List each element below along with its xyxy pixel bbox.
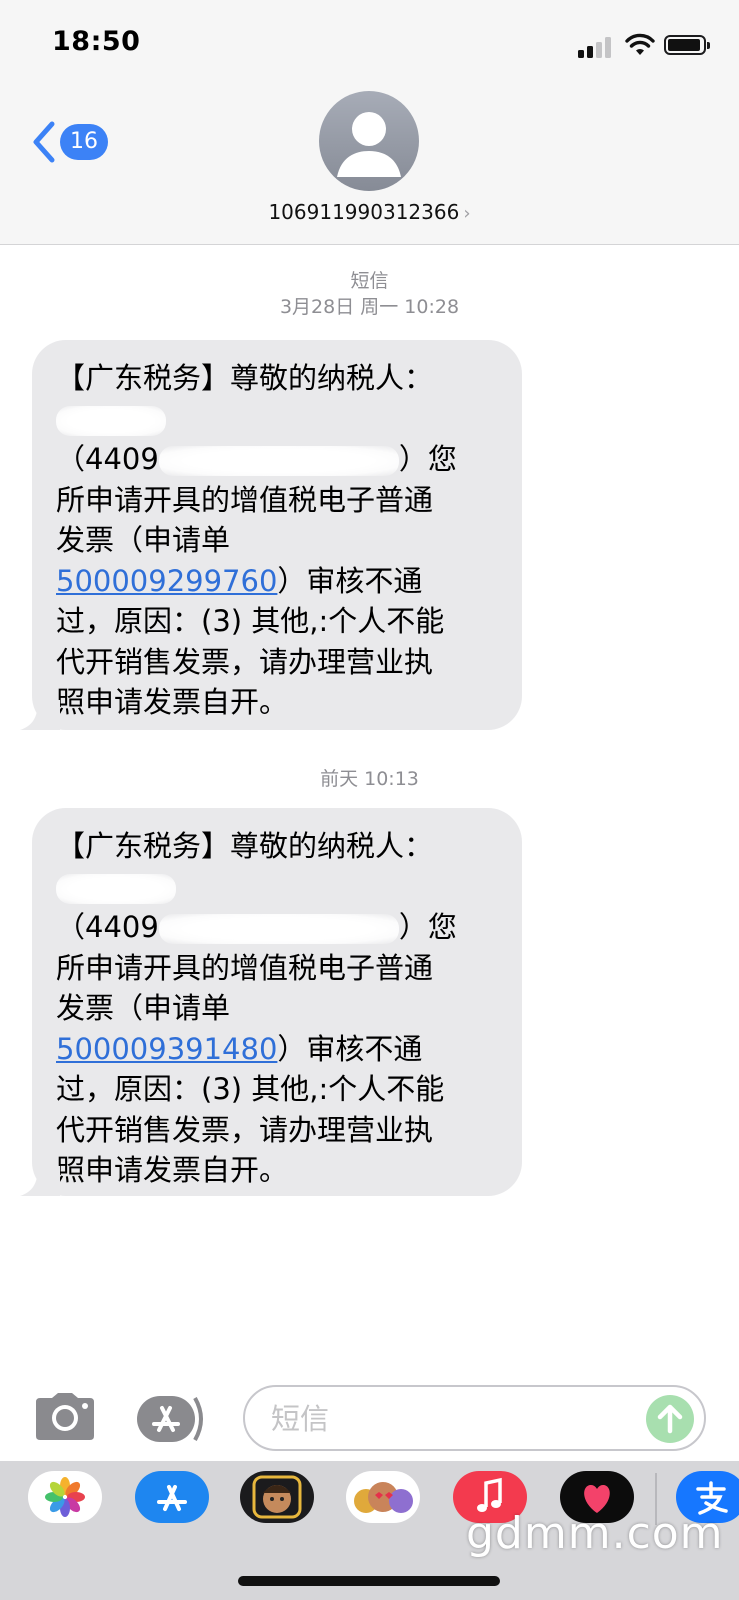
message-compose-field[interactable] (243, 1385, 706, 1451)
redacted-name-line (56, 399, 496, 440)
battery-icon (664, 35, 710, 55)
redaction-mark (158, 914, 399, 944)
photos-app-icon[interactable] (28, 1471, 102, 1523)
message-line: 500009299760）审核不通 (56, 561, 496, 602)
message-text: ）审核不通 (277, 563, 423, 598)
message-line: （4409 ）您 (56, 439, 496, 480)
app-store-button[interactable] (137, 1396, 207, 1442)
message-timestamp: 3月28日 周一 10:28 (279, 296, 460, 318)
application-number-link[interactable]: 500009391480 (56, 1032, 277, 1066)
message-timestamp: 前天 10:13 (320, 768, 419, 790)
bubble-tail (20, 700, 60, 730)
stickers-icon (354, 1482, 413, 1513)
message-line: 所申请开具的增值税电子普通 (56, 482, 434, 517)
message-text: ）审核不通 (277, 1031, 423, 1066)
message-text: （4409 (56, 442, 159, 476)
memoji-app-icon[interactable] (240, 1471, 314, 1523)
message-type-label: 短信 (350, 270, 389, 292)
message-bubble[interactable]: 【广东税务】尊敬的纳税人： （4409 ）您 所申请开具的增值税电子普通 发票（申… (20, 340, 522, 730)
message-text: （4409 (56, 910, 159, 944)
wifi-icon (625, 33, 655, 55)
message-line: 过，原因：(3) 其他,:个人不能 (56, 604, 445, 638)
application-number-link[interactable]: 500009299760 (56, 564, 277, 598)
contact-name[interactable]: 106911990312366 › (0, 200, 739, 224)
chevron-left-icon (33, 121, 55, 163)
person-icon (337, 112, 401, 177)
app-store-icon (137, 1396, 203, 1442)
redacted-name-line (56, 867, 496, 908)
message-line: 代开销售发票，请办理营业执 (56, 644, 434, 679)
message-text: ）您 (398, 910, 457, 944)
message-input[interactable] (269, 1387, 633, 1451)
message-line: 发票（申请单 (56, 523, 231, 557)
camera-button[interactable] (34, 1392, 96, 1442)
memoji-face-icon (252, 1475, 302, 1519)
message-line: （4409 ）您 (56, 907, 496, 948)
message-line: 照申请发票自开。 (56, 1153, 289, 1187)
message-line: 发票（申请单 (56, 991, 231, 1025)
message-line: 照申请发票自开。 (56, 685, 289, 719)
message-line: 代开销售发票，请办理营业执 (56, 1112, 434, 1147)
cellular-signal-icon (578, 36, 614, 58)
message-line: 500009391480）审核不通 (56, 1029, 496, 1070)
memoji-stickers-app-icon[interactable] (346, 1471, 420, 1523)
chevron-right-icon: › (463, 203, 471, 224)
message-bubble[interactable]: 【广东税务】尊敬的纳税人： （4409 ）您 所申请开具的增值税电子普通 发票（申… (20, 808, 522, 1196)
contact-number: 106911990312366 (268, 200, 460, 224)
app-store-logo-icon (157, 1485, 187, 1511)
app-store-app-icon[interactable] (135, 1471, 209, 1523)
message-line: 【广东税务】尊敬的纳税人： (56, 361, 434, 395)
message-line: 过，原因：(3) 其他,:个人不能 (56, 1072, 445, 1106)
bubble-tail (20, 1166, 60, 1196)
redaction-mark (56, 405, 166, 436)
send-button[interactable] (646, 1395, 694, 1443)
photos-flower-icon (45, 1477, 85, 1517)
unread-count-badge: 16 (60, 124, 108, 160)
redaction-mark (56, 873, 176, 904)
message-line: 【广东税务】尊敬的纳税人： (56, 829, 434, 863)
status-time: 18:50 (52, 26, 141, 57)
watermark: gdmm.com (466, 1508, 724, 1559)
contact-avatar[interactable] (319, 91, 419, 191)
message-text: ）您 (398, 442, 457, 476)
home-indicator[interactable] (238, 1576, 500, 1586)
arrow-up-icon (657, 1404, 683, 1434)
conversation-header: 18:50 16 106911990312366 › (0, 0, 739, 245)
redaction-mark (158, 446, 399, 476)
message-line: 所申请开具的增值税电子普通 (56, 950, 434, 985)
back-button[interactable]: 16 (30, 118, 110, 168)
